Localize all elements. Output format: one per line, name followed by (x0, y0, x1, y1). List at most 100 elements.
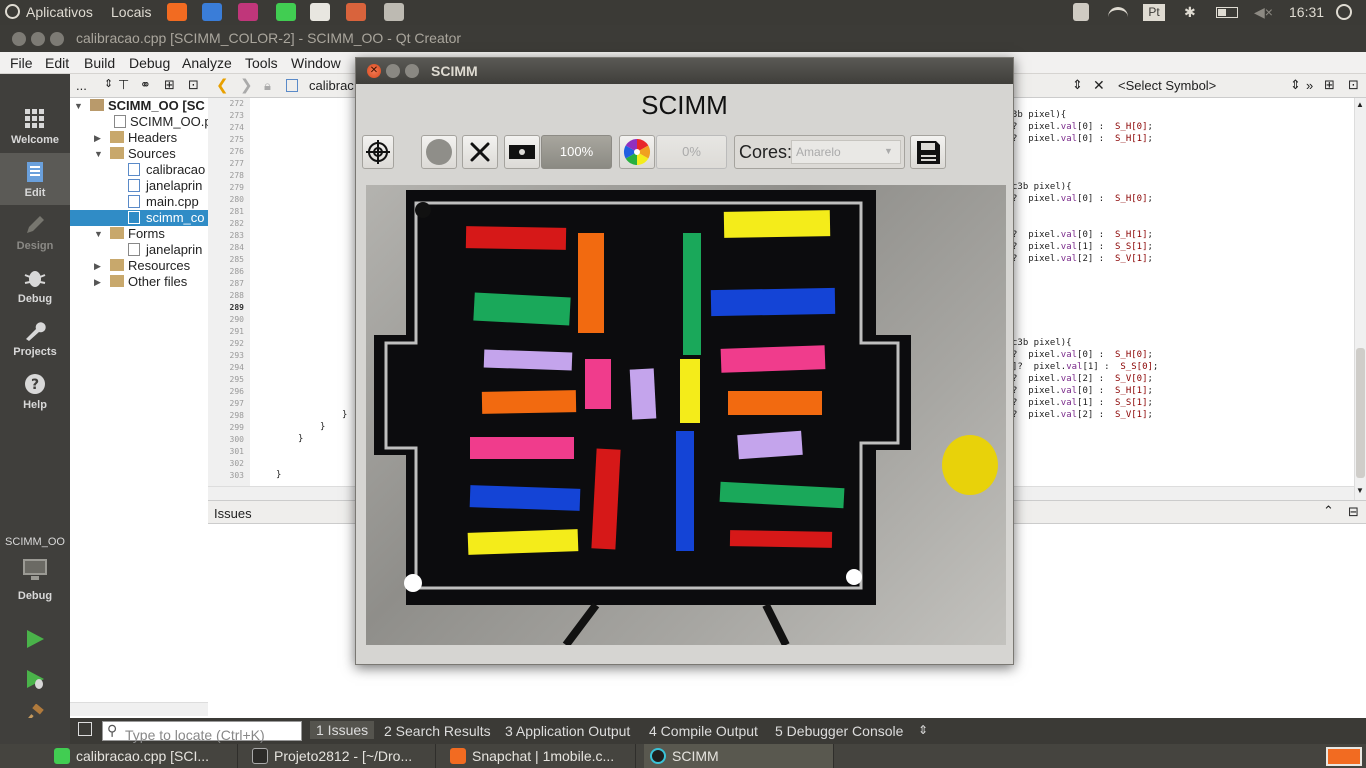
tab-application-output[interactable]: 3 Application Output (505, 723, 630, 739)
mode-debug[interactable]: Debug (0, 259, 70, 311)
code-launcher-icon[interactable] (202, 3, 222, 21)
tree-hscrollbar[interactable] (70, 702, 208, 716)
mode-welcome[interactable]: Welcome (0, 100, 70, 152)
menu-build[interactable]: Build (84, 55, 115, 71)
tree-pro-file[interactable]: SCIMM_OO.p (114, 114, 208, 130)
brave-launcher-icon[interactable] (167, 3, 187, 21)
wifi-icon[interactable] (1108, 7, 1128, 19)
toggle-sidebar-icon[interactable] (78, 722, 92, 736)
workspace-switcher[interactable] (1326, 747, 1362, 766)
chevron-down-icon[interactable]: ⇕ (104, 77, 113, 90)
color-wheel-button[interactable] (619, 135, 655, 169)
scroll-thumb[interactable] (1356, 348, 1365, 478)
ticket-button[interactable] (504, 135, 540, 169)
tree-other-files[interactable]: Other files (110, 274, 187, 290)
locator-input[interactable]: ⚲ Type to locate (Ctrl+K) (102, 721, 302, 743)
gear-icon[interactable] (5, 4, 20, 19)
tree-forms[interactable]: Forms (110, 226, 165, 242)
close-document-icon[interactable]: ✕ (1093, 77, 1105, 94)
keyboard-layout-indicator[interactable]: Pt (1143, 4, 1165, 21)
kit-build-mode[interactable]: Debug (0, 590, 70, 602)
menu-edit[interactable]: Edit (45, 55, 69, 71)
battery-icon[interactable] (1216, 7, 1238, 18)
menu-debug[interactable]: Debug (129, 55, 170, 71)
maximize-pane-icon[interactable]: ⌃ (1323, 503, 1334, 519)
menu-file[interactable]: File (10, 55, 33, 71)
tree-form-file[interactable]: janelaprin (128, 242, 202, 258)
tree-headers[interactable]: Headers (110, 130, 177, 146)
task-scimm[interactable]: SCIMM (644, 744, 834, 768)
volume-muted-icon[interactable]: ◀× (1254, 4, 1273, 21)
mode-help[interactable]: ? Help (0, 365, 70, 417)
apps-menu[interactable]: Aplicativos (26, 4, 93, 20)
editor-vscrollbar[interactable]: ▲ ▼ (1354, 98, 1366, 500)
back-arrow-icon[interactable]: ❮ (216, 76, 229, 94)
camera-launcher-icon[interactable] (384, 3, 404, 21)
clock[interactable]: 16:31 (1289, 4, 1324, 20)
tree-file-scimm-selected[interactable]: scimm_co (70, 210, 208, 226)
progress-button[interactable]: 0% (656, 135, 727, 169)
chevron-updown-icon[interactable]: ⇕ (1290, 77, 1301, 93)
minimize-icon[interactable] (31, 32, 45, 46)
intellij-launcher-icon[interactable] (238, 3, 258, 21)
qt-launcher-icon[interactable] (276, 3, 296, 21)
scroll-down-icon[interactable]: ▼ (1356, 486, 1364, 495)
task-browser[interactable]: Snapchat | 1mobile.c... (444, 744, 636, 768)
tab-debugger-console[interactable]: 5 Debugger Console (775, 723, 903, 739)
capture-button[interactable] (421, 135, 457, 169)
zoom-button[interactable]: 100% (541, 135, 612, 169)
line-number: 289 (229, 303, 244, 312)
chevron-updown-icon[interactable]: ⇕ (918, 723, 928, 737)
close-icon[interactable] (12, 32, 26, 46)
color-dropdown[interactable]: Amarelo ▼ (791, 140, 901, 164)
mode-projects[interactable]: Projects (0, 312, 70, 364)
project-view-selector[interactable]: ... (76, 78, 87, 93)
link-icon[interactable]: ⚭ (140, 77, 151, 93)
dialog-minimize-icon[interactable] (386, 64, 400, 78)
tree-file-main[interactable]: main.cpp (128, 194, 199, 210)
menu-analyze[interactable]: Analyze (182, 55, 232, 71)
scroll-up-icon[interactable]: ▲ (1356, 100, 1364, 109)
files-launcher-icon[interactable] (346, 3, 366, 21)
tree-file-calibracao[interactable]: calibracao (128, 162, 205, 178)
forward-arrow-icon[interactable]: ❯ (240, 76, 253, 94)
save-button[interactable] (910, 135, 946, 169)
symbol-selector[interactable]: <Select Symbol> (1118, 78, 1216, 93)
close-pane-icon[interactable]: ⊡ (188, 77, 199, 93)
dialog-maximize-icon[interactable] (405, 64, 419, 78)
open-document-tab[interactable]: calibrac (309, 78, 354, 93)
tree-resources[interactable]: Resources (110, 258, 190, 274)
filter-icon[interactable]: ⊤ (118, 77, 129, 93)
target-button[interactable] (362, 135, 394, 169)
tex-launcher-icon[interactable] (310, 3, 330, 21)
maximize-icon[interactable] (50, 32, 64, 46)
dropbox-icon[interactable] (1073, 3, 1089, 21)
split-icon[interactable]: ⊞ (164, 77, 175, 93)
power-icon[interactable] (1336, 4, 1352, 20)
task-terminal[interactable]: Projeto2812 - [~/Dro... (246, 744, 436, 768)
tools-button[interactable] (462, 135, 498, 169)
close-split-icon[interactable]: ⊡ (1348, 77, 1359, 93)
dialog-close-icon[interactable]: ✕ (367, 64, 381, 78)
camera-preview[interactable] (366, 185, 1006, 645)
task-qtcreator[interactable]: calibracao.cpp [SCI... (48, 744, 238, 768)
monitor-icon[interactable] (22, 558, 48, 582)
tree-sources[interactable]: Sources (110, 146, 176, 162)
debug-run-icon[interactable] (24, 668, 46, 690)
more-icon[interactable]: » (1306, 78, 1313, 93)
tree-project-root[interactable]: SCIMM_OO [SC (90, 98, 205, 114)
close-pane-icon[interactable]: ⊟ (1348, 504, 1359, 520)
bluetooth-icon[interactable]: ✱ (1184, 4, 1196, 21)
tree-file-janela[interactable]: janelaprin (128, 178, 202, 194)
menu-window[interactable]: Window (291, 55, 341, 71)
places-menu[interactable]: Locais (111, 4, 151, 20)
mode-design[interactable]: Design (0, 206, 70, 258)
run-icon[interactable] (24, 628, 46, 650)
mode-edit[interactable]: Edit (0, 153, 70, 205)
tab-search-results[interactable]: 2 Search Results (384, 723, 491, 739)
chevron-updown-icon[interactable]: ⇕ (1072, 77, 1083, 93)
split-icon[interactable]: ⊞ (1324, 77, 1335, 93)
tab-compile-output[interactable]: 4 Compile Output (649, 723, 758, 739)
tab-issues[interactable]: 1 Issues (310, 721, 375, 739)
menu-tools[interactable]: Tools (245, 55, 278, 71)
